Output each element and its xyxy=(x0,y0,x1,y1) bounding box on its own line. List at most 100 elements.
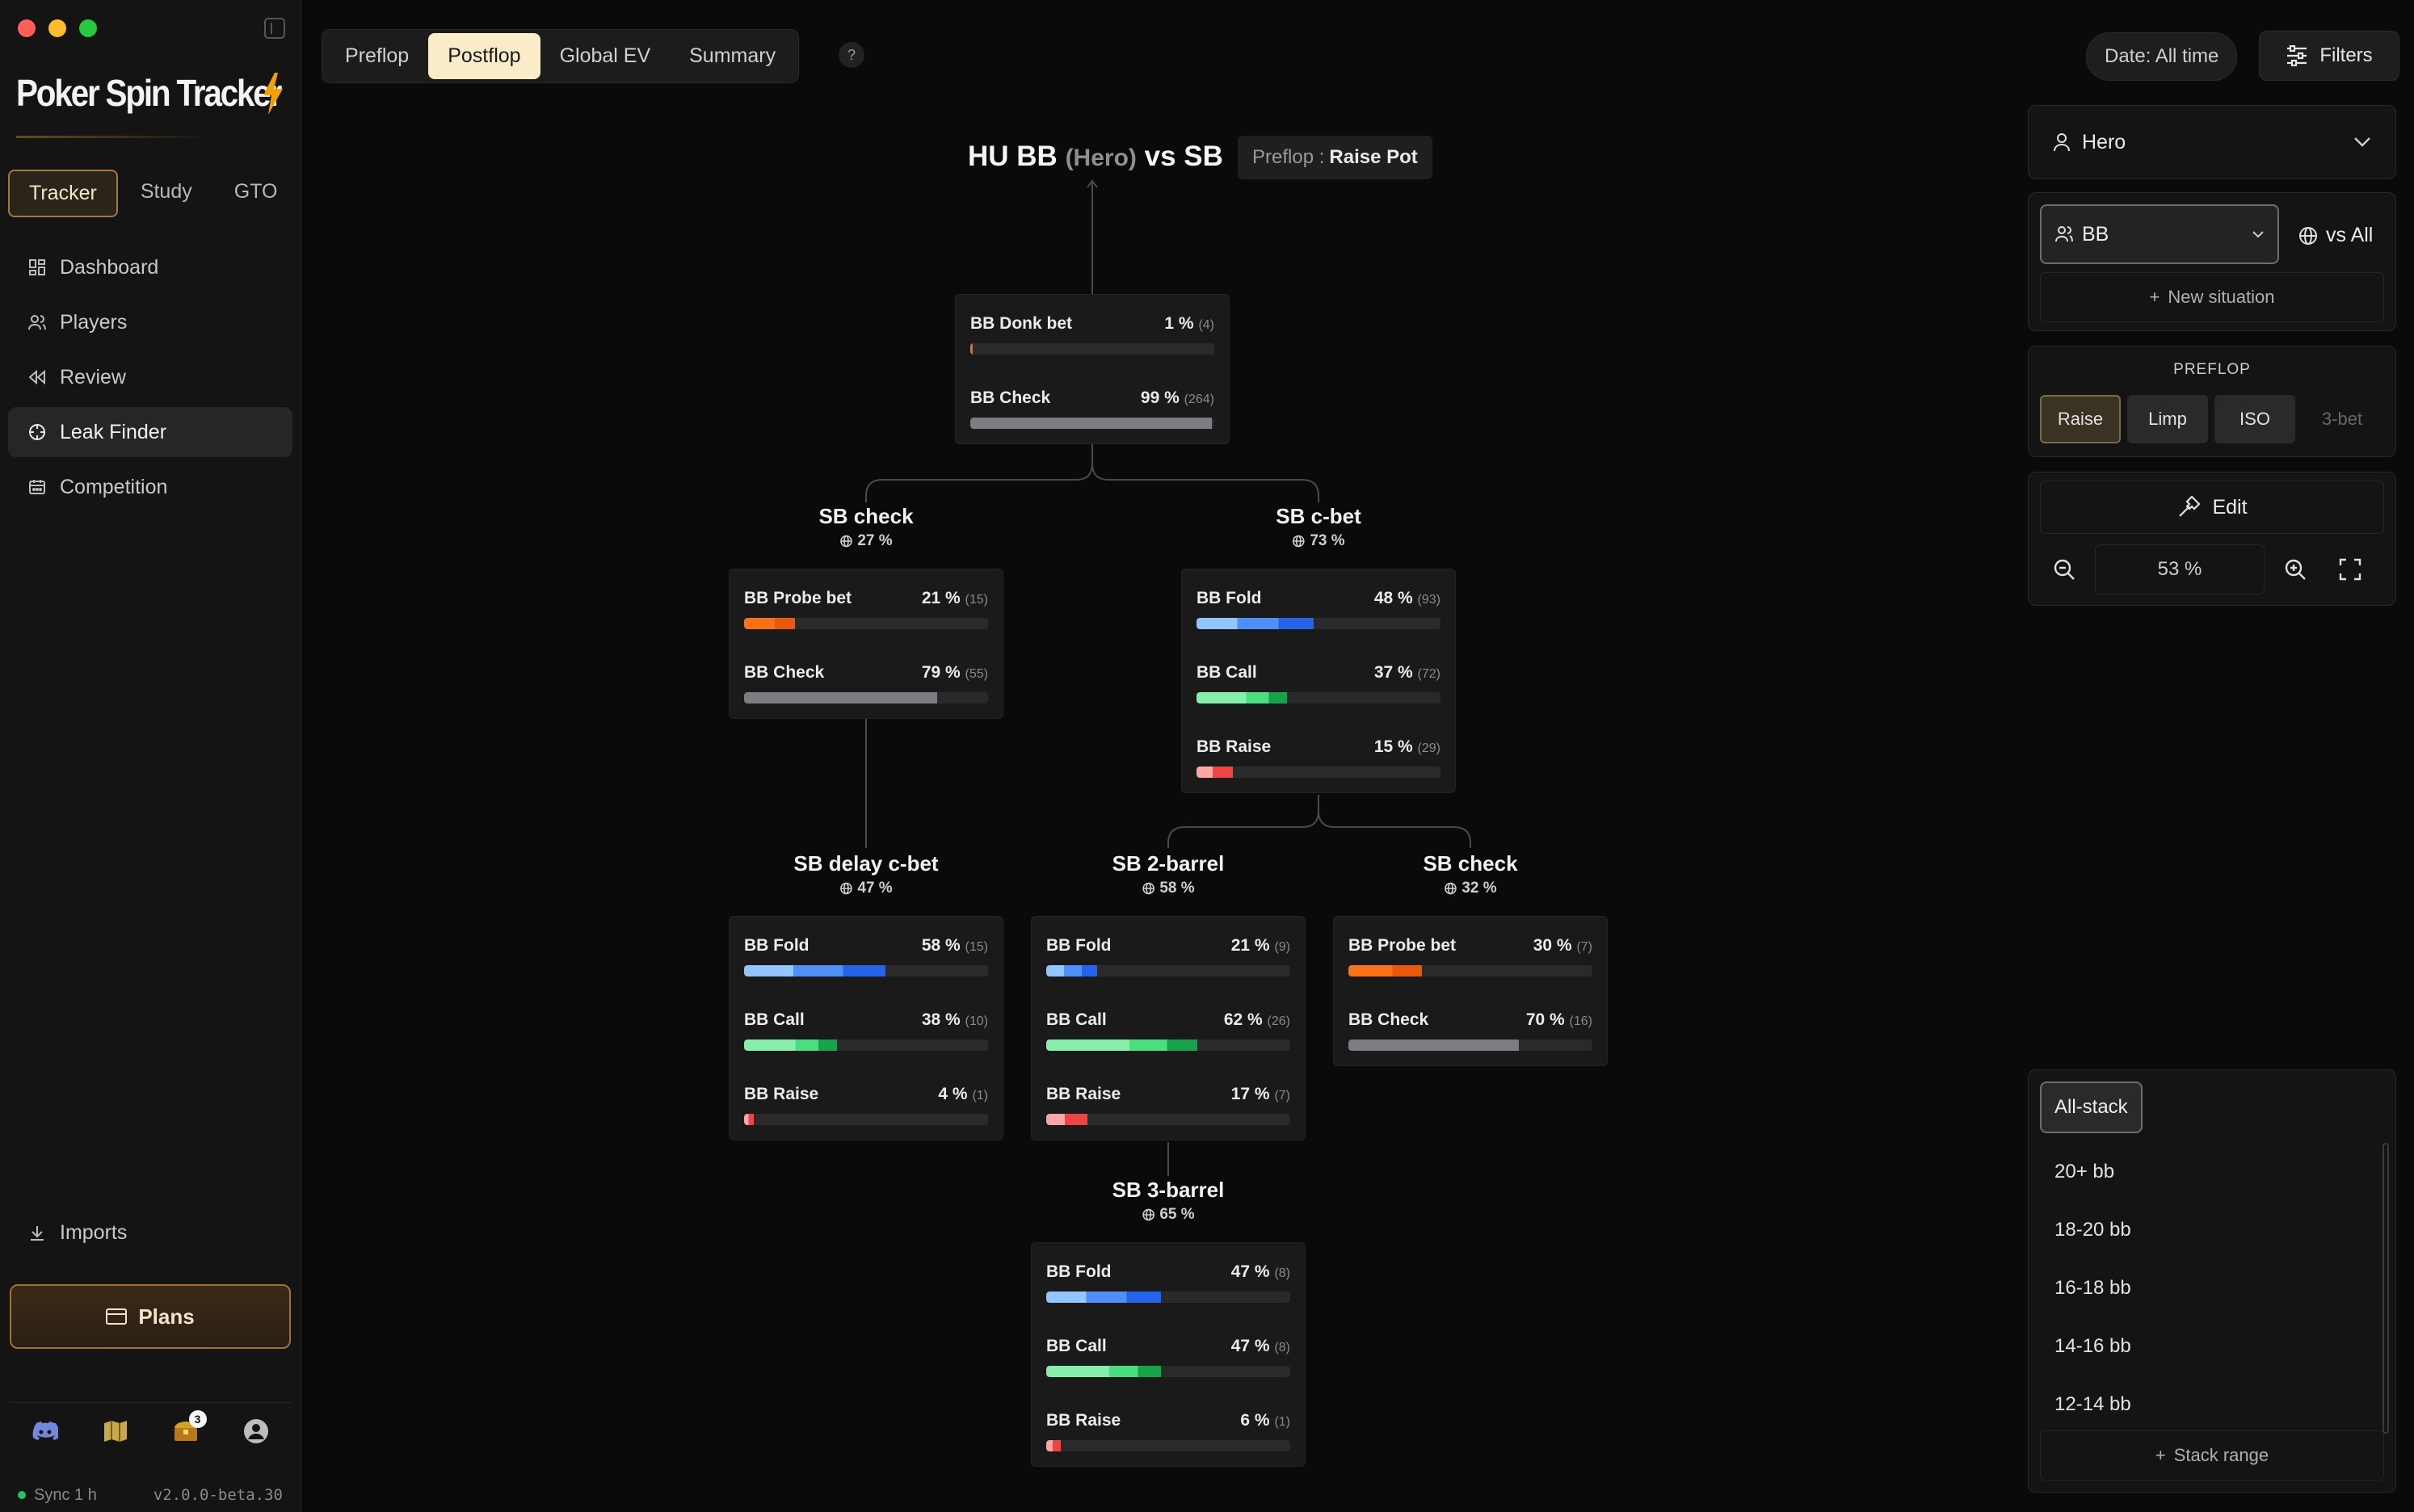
action-frequency-fill xyxy=(1196,766,1234,778)
tree-title: HU BB (Hero) vs SB xyxy=(968,141,1223,173)
action-percent: 48 % xyxy=(1373,589,1413,607)
tree-node-sb-3barrel[interactable]: BB Fold 47 % (8) BB Call 47 % (8) BB Raise 6 … xyxy=(1031,1242,1306,1467)
node-frequency-value: 27 % xyxy=(857,532,893,549)
action-frequency: 1 % (4) xyxy=(1164,314,1214,334)
fullscreen-icon[interactable] xyxy=(2326,545,2374,594)
action-frequency-bar xyxy=(744,618,988,629)
action-row[interactable]: BB Fold 21 % (9) xyxy=(1046,917,1290,991)
user-icon xyxy=(2054,133,2070,152)
action-row[interactable]: BB Fold 58 % (15) xyxy=(744,917,988,991)
node-frequency-value: 65 % xyxy=(1159,1206,1195,1223)
action-row[interactable]: BB Raise 15 % (29) xyxy=(1196,718,1440,792)
node-header-sb-3barrel: SB 3-barrel 65 % xyxy=(1112,1178,1225,1224)
node-frequency: 47 % xyxy=(793,880,938,897)
stack-item[interactable]: 20+ bb xyxy=(2029,1143,2379,1201)
zoom-out-icon[interactable] xyxy=(2040,545,2088,594)
preflop-limp-button[interactable]: Limp xyxy=(2127,395,2208,443)
position-select[interactable]: BB xyxy=(2040,204,2279,264)
action-frequency-bar xyxy=(1196,692,1440,704)
action-row[interactable]: BB Raise 17 % (7) xyxy=(1046,1065,1290,1140)
action-percent: 47 % xyxy=(1230,1262,1270,1281)
node-title: SB 3-barrel xyxy=(1112,1178,1225,1202)
node-title: SB c-bet xyxy=(1276,504,1361,528)
action-frequency-fill xyxy=(744,1114,755,1125)
action-frequency: 48 % (93) xyxy=(1374,589,1440,608)
action-label: BB Raise xyxy=(1046,1085,1121,1103)
action-row[interactable]: BB Fold 47 % (8) xyxy=(1046,1243,1290,1317)
action-row[interactable]: BB Call 38 % (10) xyxy=(744,991,988,1065)
action-percent: 70 % xyxy=(1525,1010,1565,1029)
action-row[interactable]: BB Check 70 % (16) xyxy=(1348,991,1592,1065)
action-frequency: 17 % (7) xyxy=(1231,1085,1290,1104)
action-row[interactable]: BB Check 79 % (55) xyxy=(744,644,988,718)
action-label: BB Call xyxy=(744,1010,805,1029)
preflop-context-chip: Preflop : Raise Pot xyxy=(1238,136,1432,179)
opponent-select[interactable]: vs All xyxy=(2298,224,2373,247)
action-frequency: 15 % (29) xyxy=(1374,737,1440,757)
action-percent: 38 % xyxy=(921,1010,961,1029)
action-row[interactable]: BB Raise 4 % (1) xyxy=(744,1065,988,1140)
stack-range-button[interactable]: + Stack range xyxy=(2040,1430,2384,1480)
edit-button[interactable]: Edit xyxy=(2040,481,2384,534)
action-label: BB Call xyxy=(1046,1010,1107,1029)
node-frequency: 73 % xyxy=(1276,532,1361,550)
new-situation-button[interactable]: + New situation xyxy=(2040,272,2384,322)
action-count: (29) xyxy=(1417,741,1440,755)
stack-item[interactable]: 16-18 bb xyxy=(2029,1259,2379,1317)
tree-node-root[interactable]: BB Donk bet 1 % (4) BB Check 99 % (264) xyxy=(955,294,1230,444)
node-frequency-value: 32 % xyxy=(1461,880,1497,897)
player-select[interactable]: Hero xyxy=(2028,105,2396,179)
preflop-raise-button[interactable]: Raise xyxy=(2040,395,2121,443)
action-frequency: 58 % (15) xyxy=(922,936,988,956)
action-label: BB Probe bet xyxy=(1348,936,1457,955)
stack-list-scrollbar[interactable] xyxy=(2382,1143,2389,1434)
action-row[interactable]: BB Probe bet 30 % (7) xyxy=(1348,917,1592,991)
node-title: SB check xyxy=(1423,851,1518,876)
stack-item[interactable]: 12-14 bb xyxy=(2029,1376,2379,1434)
action-row[interactable]: BB Call 62 % (26) xyxy=(1046,991,1290,1065)
action-frequency-fill xyxy=(1046,1292,1161,1303)
action-count: (7) xyxy=(1274,1089,1290,1102)
tree-title-hero: (Hero) xyxy=(1065,145,1137,171)
tree-node-sb-delay-cbet[interactable]: BB Fold 58 % (15) BB Call 38 % (10) BB Raise… xyxy=(729,916,1003,1140)
stack-item[interactable]: 18-20 bb xyxy=(2029,1201,2379,1259)
action-frequency-bar xyxy=(1196,618,1440,629)
action-frequency: 21 % (15) xyxy=(922,589,988,608)
stack-all-button[interactable]: All-stack xyxy=(2040,1082,2143,1133)
action-row[interactable]: BB Donk bet 1 % (4) xyxy=(970,295,1214,369)
globe-icon xyxy=(2299,226,2317,245)
tree-node-sb-cbet[interactable]: BB Fold 48 % (93) BB Call 37 % (72) BB Raise… xyxy=(1181,569,1456,793)
tree-node-sb-2barrel[interactable]: BB Fold 21 % (9) BB Call 62 % (26) BB Raise 1… xyxy=(1031,916,1306,1140)
app-window: Poker Spin Tracker Tracker Study GTO Das… xyxy=(0,0,2414,1512)
action-row[interactable]: BB Probe bet 21 % (15) xyxy=(744,569,988,644)
action-count: (10) xyxy=(965,1014,988,1028)
plus-icon: + xyxy=(2155,1445,2166,1465)
node-frequency: 27 % xyxy=(818,532,913,550)
action-row[interactable]: BB Raise 6 % (1) xyxy=(1046,1392,1290,1466)
action-row[interactable]: BB Fold 48 % (93) xyxy=(1196,569,1440,644)
action-label: BB Check xyxy=(1348,1010,1429,1029)
tree-node-sb-check[interactable]: BB Probe bet 21 % (15) BB Check 79 % (55) xyxy=(729,569,1003,719)
action-count: (8) xyxy=(1274,1341,1290,1354)
action-frequency-bar xyxy=(1046,1040,1290,1051)
action-label: BB Raise xyxy=(1046,1411,1121,1430)
action-count: (16) xyxy=(1569,1014,1592,1028)
node-header-sb-check: SB check 27 % xyxy=(818,504,913,550)
zoom-in-icon[interactable] xyxy=(2271,545,2319,594)
tree-node-sb-check2[interactable]: BB Probe bet 30 % (7) BB Check 70 % (16) xyxy=(1333,916,1608,1066)
globe-icon xyxy=(840,882,852,895)
player-select-value: Hero xyxy=(2082,130,2126,153)
action-frequency: 47 % (8) xyxy=(1231,1337,1290,1356)
action-frequency-bar xyxy=(744,692,988,704)
action-row[interactable]: BB Call 47 % (8) xyxy=(1046,1317,1290,1392)
action-row[interactable]: BB Check 99 % (264) xyxy=(970,369,1214,443)
action-row[interactable]: BB Call 37 % (72) xyxy=(1196,644,1440,718)
preflop-iso-button[interactable]: ISO xyxy=(2214,395,2295,443)
action-frequency: 6 % (1) xyxy=(1240,1411,1290,1430)
preflop-3bet-button: 3-bet xyxy=(2321,409,2363,429)
stack-item[interactable]: 14-16 bb xyxy=(2029,1317,2379,1376)
action-frequency-fill xyxy=(1348,965,1422,976)
action-count: (15) xyxy=(965,593,988,607)
action-label: BB Check xyxy=(970,388,1051,407)
chevron-down-icon xyxy=(2354,137,2370,147)
